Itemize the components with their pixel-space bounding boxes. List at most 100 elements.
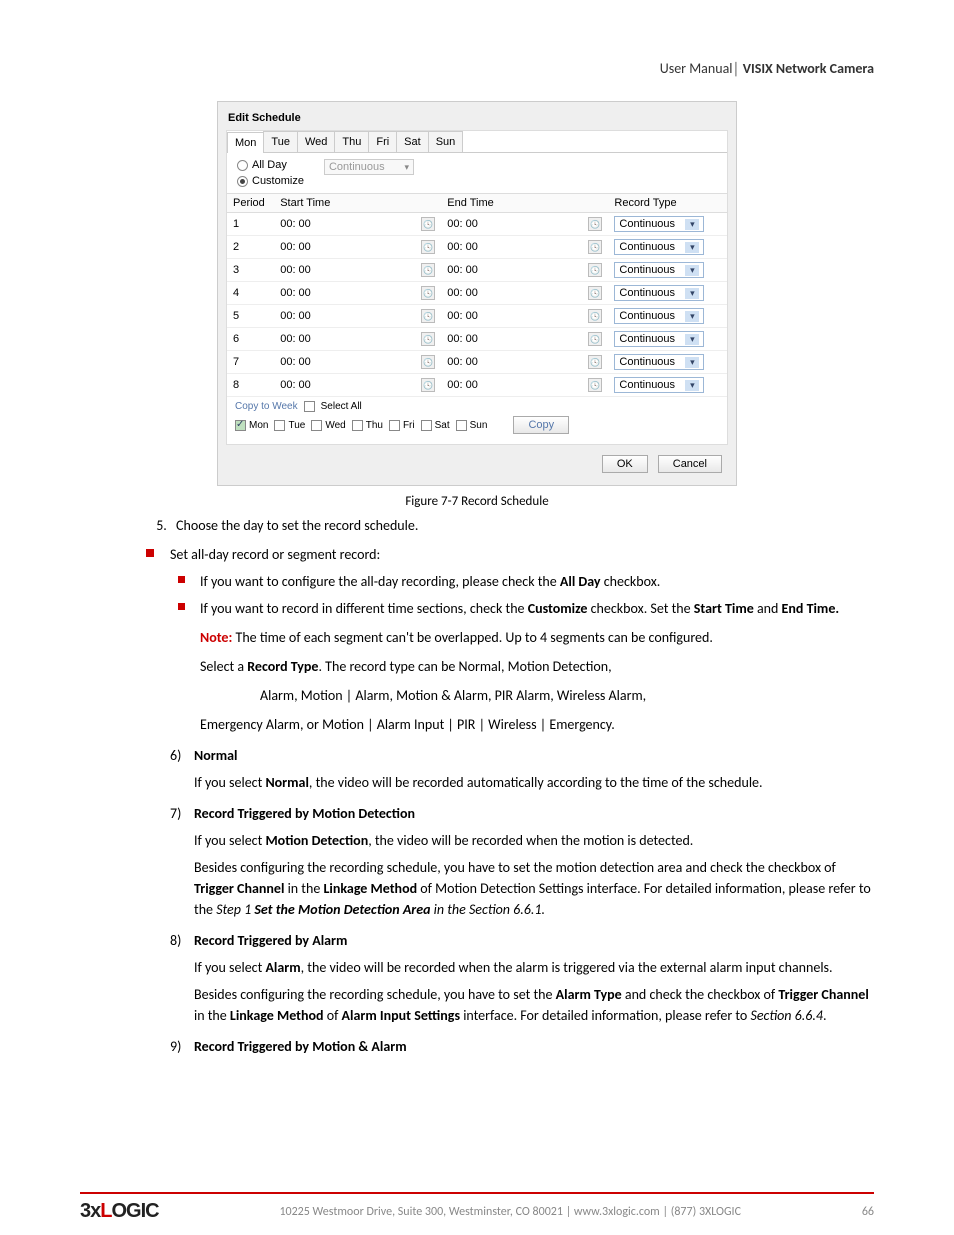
- chevron-down-icon: ▾: [404, 162, 409, 173]
- table-row: 4 00: 00 🕓 00: 00 🕓 Continuous▾: [227, 282, 727, 305]
- clock-icon[interactable]: 🕓: [421, 217, 435, 231]
- footer-address: 10225 Westmoor Drive, Suite 300, Westmin…: [279, 1205, 741, 1219]
- note-line: Note: The time of each segment can't be …: [200, 627, 874, 648]
- tab-thu[interactable]: Thu: [334, 131, 369, 152]
- chevron-down-icon: ▾: [685, 380, 699, 391]
- preset-select: Continuous ▾: [324, 159, 414, 175]
- clock-icon[interactable]: 🕓: [421, 309, 435, 323]
- tab-tue[interactable]: Tue: [263, 131, 298, 152]
- record-types-line3: Emergency Alarm, or Motion | Alarm Input…: [200, 714, 874, 735]
- record-type-select[interactable]: Continuous▾: [614, 285, 704, 301]
- edit-schedule-dialog: Edit Schedule MonTueWedThuFriSatSun All …: [217, 101, 737, 486]
- table-row: 8 00: 00 🕓 00: 00 🕓 Continuous▾: [227, 374, 727, 397]
- radio-all-day[interactable]: All Day: [237, 159, 304, 171]
- start-time-value[interactable]: 00: 00: [280, 379, 311, 391]
- col-type: Record Type: [608, 194, 727, 213]
- chevron-down-icon: ▾: [685, 288, 699, 299]
- record-types-line2: Alarm, Motion | Alarm, Motion & Alarm, P…: [260, 685, 874, 706]
- copy-button[interactable]: Copy: [513, 416, 569, 434]
- end-time-value[interactable]: 00: 00: [447, 241, 478, 253]
- table-row: 3 00: 00 🕓 00: 00 🕓 Continuous▾: [227, 259, 727, 282]
- select-all-label: Select All: [321, 401, 362, 412]
- radio-all-day-label: All Day: [252, 159, 287, 171]
- end-time-value[interactable]: 00: 00: [447, 264, 478, 276]
- clock-icon[interactable]: 🕓: [588, 286, 602, 300]
- end-time-value[interactable]: 00: 00: [447, 310, 478, 322]
- clock-icon[interactable]: 🕓: [588, 378, 602, 392]
- record-type-select[interactable]: Continuous▾: [614, 216, 704, 232]
- copy-day-sat[interactable]: Sat: [421, 420, 450, 431]
- clock-icon[interactable]: 🕓: [588, 240, 602, 254]
- end-time-value[interactable]: 00: 00: [447, 218, 478, 230]
- clock-icon[interactable]: 🕓: [588, 332, 602, 346]
- copy-day-thu[interactable]: Thu: [352, 420, 383, 431]
- clock-icon[interactable]: 🕓: [588, 355, 602, 369]
- record-type-select[interactable]: Continuous▾: [614, 262, 704, 278]
- copy-day-fri[interactable]: Fri: [389, 420, 415, 431]
- radio-customize[interactable]: Customize: [237, 175, 304, 187]
- record-type-select[interactable]: Continuous▾: [614, 377, 704, 393]
- select-all-checkbox[interactable]: [304, 401, 315, 412]
- clock-icon[interactable]: 🕓: [421, 378, 435, 392]
- start-time-value[interactable]: 00: 00: [280, 310, 311, 322]
- clock-icon[interactable]: 🕓: [421, 332, 435, 346]
- record-type-select[interactable]: Continuous▾: [614, 239, 704, 255]
- start-time-value[interactable]: 00: 00: [280, 218, 311, 230]
- end-time-value[interactable]: 00: 00: [447, 333, 478, 345]
- record-type-select[interactable]: Continuous▾: [614, 354, 704, 370]
- step-9: 9)Record Triggered by Motion & Alarm: [170, 1036, 874, 1057]
- clock-icon[interactable]: 🕓: [421, 263, 435, 277]
- dialog-title: Edit Schedule: [218, 110, 736, 130]
- step-7: 7)Record Triggered by Motion Detection I…: [170, 803, 874, 920]
- copy-to-week-label: Copy to Week: [235, 401, 298, 412]
- page-header: User Manual│ VISIX Network Camera: [80, 60, 874, 77]
- end-time-value[interactable]: 00: 00: [447, 356, 478, 368]
- bullet-customize: If you want to record in different time …: [200, 598, 874, 735]
- table-row: 200: 00🕓00: 00🕓Continuous▾: [227, 236, 727, 259]
- clock-icon[interactable]: 🕓: [421, 355, 435, 369]
- clock-icon[interactable]: 🕓: [588, 263, 602, 277]
- tab-fri[interactable]: Fri: [368, 131, 397, 152]
- day-tabs: MonTueWedThuFriSatSun: [227, 131, 727, 153]
- clock-icon[interactable]: 🕓: [588, 309, 602, 323]
- tab-wed[interactable]: Wed: [297, 131, 335, 152]
- chevron-down-icon: ▾: [685, 219, 699, 230]
- copy-day-sun[interactable]: Sun: [456, 420, 488, 431]
- copy-day-label: Thu: [366, 420, 383, 431]
- tab-sat[interactable]: Sat: [396, 131, 429, 152]
- col-start: Start Time: [274, 194, 441, 213]
- clock-icon[interactable]: 🕓: [588, 217, 602, 231]
- period-cell: 7: [227, 351, 274, 374]
- radio-icon: [237, 176, 248, 187]
- schedule-table: Period Start Time End Time Record Type 1…: [227, 193, 727, 397]
- end-time-value[interactable]: 00: 00: [447, 379, 478, 391]
- clock-icon[interactable]: 🕓: [421, 240, 435, 254]
- cancel-button[interactable]: Cancel: [658, 455, 722, 473]
- record-type-select[interactable]: Continuous▾: [614, 331, 704, 347]
- checkbox-icon: [421, 420, 432, 431]
- table-row: 500: 00🕓00: 00🕓Continuous▾: [227, 305, 727, 328]
- select-record-type: Select a Record Type. The record type ca…: [200, 656, 874, 677]
- tab-mon[interactable]: Mon: [227, 132, 264, 153]
- start-time-value[interactable]: 00: 00: [280, 241, 311, 253]
- start-time-value[interactable]: 00: 00: [280, 333, 311, 345]
- col-end: End Time: [441, 194, 608, 213]
- end-time-value[interactable]: 00: 00: [447, 287, 478, 299]
- start-time-value[interactable]: 00: 00: [280, 264, 311, 276]
- ok-button[interactable]: OK: [602, 455, 648, 473]
- tab-sun[interactable]: Sun: [428, 131, 464, 152]
- period-cell: 3: [227, 259, 274, 282]
- clock-icon[interactable]: 🕓: [421, 286, 435, 300]
- copy-day-label: Mon: [249, 420, 268, 431]
- checkbox-icon: [352, 420, 363, 431]
- period-cell: 8: [227, 374, 274, 397]
- page-footer: 3xLOGIC 10225 Westmoor Drive, Suite 300,…: [80, 1192, 874, 1223]
- period-cell: 4: [227, 282, 274, 305]
- copy-day-mon[interactable]: Mon: [235, 420, 268, 431]
- copy-day-wed[interactable]: Wed: [311, 420, 345, 431]
- start-time-value[interactable]: 00: 00: [280, 287, 311, 299]
- copy-day-tue[interactable]: Tue: [274, 420, 305, 431]
- start-time-value[interactable]: 00: 00: [280, 356, 311, 368]
- record-type-select[interactable]: Continuous▾: [614, 308, 704, 324]
- copy-day-label: Sun: [470, 420, 488, 431]
